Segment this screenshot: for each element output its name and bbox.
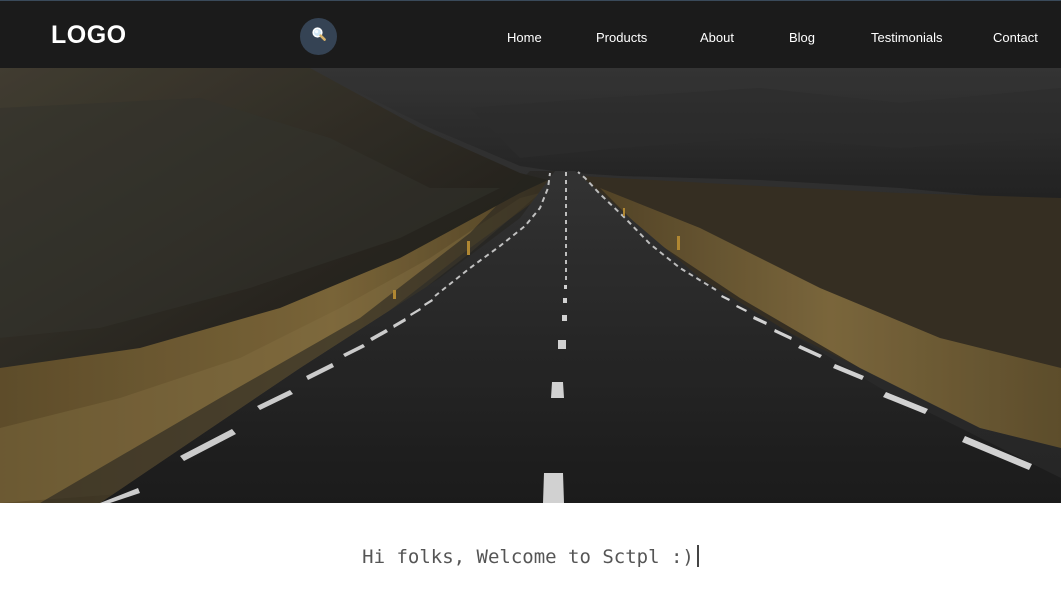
top-navbar: LOGO Home Products About Blog Testimonia… (0, 0, 1061, 68)
logo[interactable]: LOGO (51, 20, 127, 50)
search-button[interactable] (300, 18, 337, 55)
welcome-text: Hi folks, Welcome to Sctpl :) (362, 546, 694, 568)
nav-link-blog[interactable]: Blog (789, 30, 815, 46)
hero-image (0, 68, 1061, 503)
typing-cursor (696, 545, 699, 567)
search-icon (311, 26, 327, 47)
road-landscape-illustration (0, 68, 1061, 503)
welcome-message: Hi folks, Welcome to Sctpl :) (0, 545, 1061, 569)
nav-link-home[interactable]: Home (507, 30, 542, 46)
nav-link-about[interactable]: About (700, 30, 734, 46)
nav-link-testimonials[interactable]: Testimonials (871, 30, 943, 46)
nav-link-contact[interactable]: Contact (993, 30, 1038, 46)
nav-link-products[interactable]: Products (596, 30, 647, 46)
